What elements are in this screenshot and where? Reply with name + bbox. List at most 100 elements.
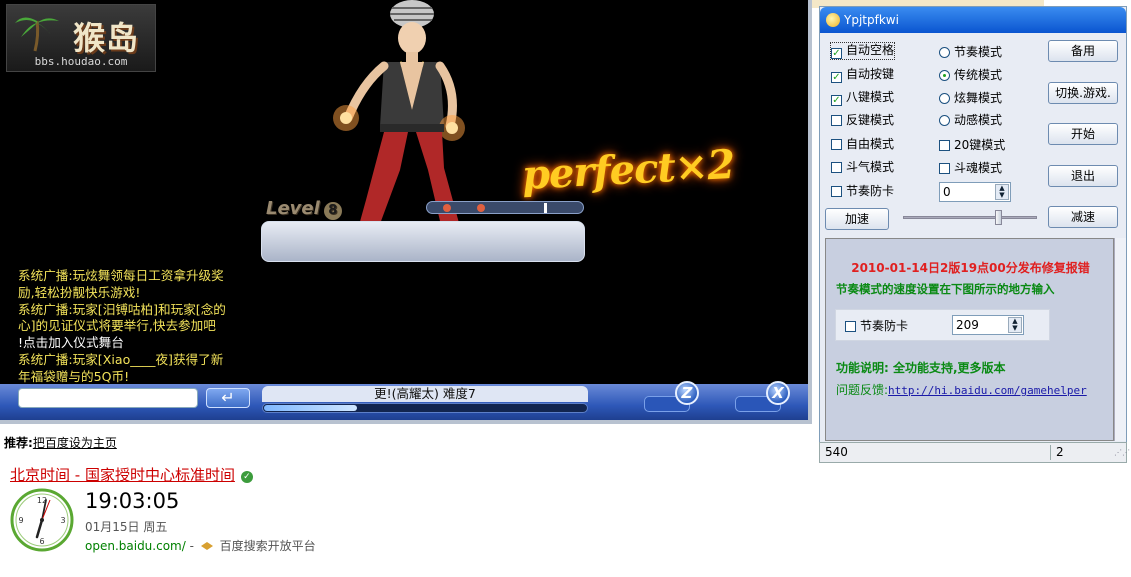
- radio-circle: [939, 93, 950, 104]
- auto-key-checkbox[interactable]: ✓ 自动按键: [831, 67, 894, 83]
- checkbox-box: ✓: [831, 72, 842, 83]
- rhythm-value-spinner[interactable]: 0 ▲ ▼: [939, 182, 1011, 202]
- recommend-line: 推荐:把百度设为主页: [4, 434, 117, 451]
- release-notice: 2010-01-14日2版19点00分发布修复报错: [851, 261, 1090, 275]
- option-label: 八键模式: [846, 90, 895, 104]
- fight-mode-checkbox[interactable]: 斗气模式: [831, 160, 894, 174]
- dance-mode-radio[interactable]: 炫舞模式: [939, 91, 1002, 105]
- chat-line: !点击加入仪式舞台: [18, 335, 124, 351]
- helper-title: Ypjtpfkwi: [844, 13, 899, 27]
- chat-input[interactable]: [18, 388, 198, 408]
- option-label: 传统模式: [954, 68, 1003, 82]
- houdao-logo: 猴岛 bbs.houdao.com: [6, 4, 156, 72]
- level-indicator: Level 8: [266, 198, 342, 220]
- source-url-link[interactable]: open.baidu.com/: [85, 539, 186, 553]
- exit-button[interactable]: 退出: [1048, 165, 1118, 187]
- function-description: 功能说明: 全功能支持,更多版本: [836, 361, 1006, 375]
- rhythm-mode-radio[interactable]: 节奏模式: [939, 45, 1002, 59]
- option-label: 节奏防卡: [860, 319, 909, 333]
- set-homepage-link[interactable]: 把百度设为主页: [33, 436, 117, 450]
- option-label: 反键模式: [846, 113, 895, 127]
- checkbox-box: [939, 163, 950, 174]
- radio-circle: [939, 115, 950, 126]
- status-divider: [1050, 445, 1051, 460]
- traditional-mode-radio[interactable]: 传统模式: [939, 68, 1002, 82]
- clock-number: 6: [39, 537, 44, 546]
- auto-space-checkbox[interactable]: ✓ 自动空格: [829, 42, 896, 60]
- eight-key-mode-checkbox[interactable]: ✓ 八键模式: [831, 90, 894, 106]
- option-label: 自由模式: [846, 137, 895, 151]
- logo-text: 猴岛: [73, 19, 140, 57]
- spinner-arrows-icon[interactable]: ▲ ▼: [995, 184, 1009, 200]
- palm-tree-icon: [15, 17, 59, 52]
- checkbox-box: [831, 139, 842, 150]
- level-label: Level: [266, 198, 320, 219]
- x-key-button[interactable]: X: [766, 381, 790, 405]
- radio-circle: [939, 47, 950, 58]
- switch-game-button[interactable]: 切换.游戏.: [1048, 82, 1118, 104]
- open-platform-link[interactable]: 百度搜索开放平台: [220, 539, 316, 553]
- rhythm-anti-lag-checkbox[interactable]: 节奏防卡: [831, 184, 894, 198]
- start-button[interactable]: 开始: [1048, 123, 1118, 145]
- chat-line: 励,轻松扮靓快乐游戏!: [18, 284, 141, 300]
- z-key-button[interactable]: Z: [675, 381, 699, 405]
- logo-url: bbs.houdao.com: [34, 55, 128, 68]
- song-progress-fill: [264, 405, 357, 411]
- verified-check-icon: ✓: [240, 471, 253, 483]
- send-chat-button[interactable]: ↵: [206, 388, 250, 408]
- slow-down-button[interactable]: 减速: [1048, 206, 1118, 228]
- option-label: 节奏模式: [954, 45, 1003, 59]
- result-title-text: 北京时间 - 国家授时中心标准时间: [10, 466, 235, 484]
- game-window[interactable]: 猴岛 bbs.houdao.com perfect×2 Level 8 系统广播…: [0, 0, 812, 424]
- checkbox-box: [845, 321, 856, 332]
- app-icon: [826, 13, 840, 27]
- info-scrollbar[interactable]: [1114, 238, 1126, 441]
- rhythm-speed-notice: 节奏模式的速度设置在下图所示的地方输入: [836, 282, 1055, 296]
- spinner-arrows-icon[interactable]: ▲ ▼: [1008, 317, 1022, 333]
- feedback-link[interactable]: http://hi.baidu.com/gamehelper: [888, 384, 1087, 397]
- speed-up-button[interactable]: 加速: [825, 208, 889, 230]
- song-progress-bar: [262, 403, 588, 413]
- checkbox-box: ✓: [831, 48, 842, 59]
- beat-dot: [477, 204, 485, 212]
- open-platform-icon: [200, 542, 213, 550]
- example-rhythm-spinner[interactable]: 209 ▲ ▼: [952, 315, 1024, 335]
- example-settings-box: 节奏防卡 209 ▲ ▼: [835, 309, 1050, 341]
- arrow-key-panel: [261, 221, 585, 262]
- radio-circle: [939, 70, 950, 81]
- option-label: 自动空格: [846, 43, 895, 57]
- resize-grip-icon[interactable]: ⋰⋰: [1114, 449, 1130, 460]
- reserve-button[interactable]: 备用: [1048, 40, 1118, 62]
- recommend-label: 推荐:: [4, 436, 33, 450]
- checkbox-box: [831, 115, 842, 126]
- current-date: 01月15日 周五: [85, 520, 168, 534]
- option-label: 动感模式: [954, 113, 1003, 127]
- chat-line: 系统广播:玩家[Xiao____夜]获得了新: [18, 351, 224, 367]
- song-info: 更!(高耀太) 难度7: [262, 386, 588, 402]
- example-rhythm-anti-lag-checkbox[interactable]: 节奏防卡: [845, 319, 908, 333]
- spinner-value: 209: [956, 318, 979, 332]
- helper-title-bar[interactable]: Ypjtpfkwi: [820, 7, 1126, 33]
- result-title-link[interactable]: 北京时间 - 国家授时中心标准时间 ✓: [10, 464, 253, 485]
- slider-thumb[interactable]: [995, 210, 1002, 225]
- speed-slider[interactable]: [903, 210, 1037, 225]
- option-label: 炫舞模式: [954, 91, 1003, 105]
- reverse-key-mode-checkbox[interactable]: 反键模式: [831, 113, 894, 127]
- option-label: 斗气模式: [846, 160, 895, 174]
- free-mode-checkbox[interactable]: 自由模式: [831, 137, 894, 151]
- level-value: 8: [323, 202, 342, 220]
- beat-marker: [544, 203, 547, 213]
- source-line: open.baidu.com/ - 百度搜索开放平台: [85, 537, 316, 554]
- option-label: 20键模式: [954, 138, 1006, 152]
- info-panel: 2010-01-14日2版19点00分发布修复报错 节奏模式的速度设置在下图所示…: [825, 238, 1114, 441]
- clock-number: 9: [18, 516, 23, 525]
- chat-line: 系统广播:玩炫舞领每日工资拿升级奖: [18, 268, 224, 283]
- current-time: 19:03:05: [85, 489, 180, 513]
- spinner-value: 0: [943, 185, 951, 199]
- twenty-key-mode-checkbox[interactable]: 20键模式: [939, 138, 1005, 152]
- dynamic-mode-radio[interactable]: 动感模式: [939, 113, 1002, 127]
- chat-line: 心]的见证仪式将要举行,快去参加吧: [18, 318, 216, 334]
- soul-mode-checkbox[interactable]: 斗魂模式: [939, 161, 1002, 175]
- chat-line: 系统广播:玩家[汨镈咕柏]和玩家[念的: [18, 301, 226, 317]
- checkbox-box: [831, 186, 842, 197]
